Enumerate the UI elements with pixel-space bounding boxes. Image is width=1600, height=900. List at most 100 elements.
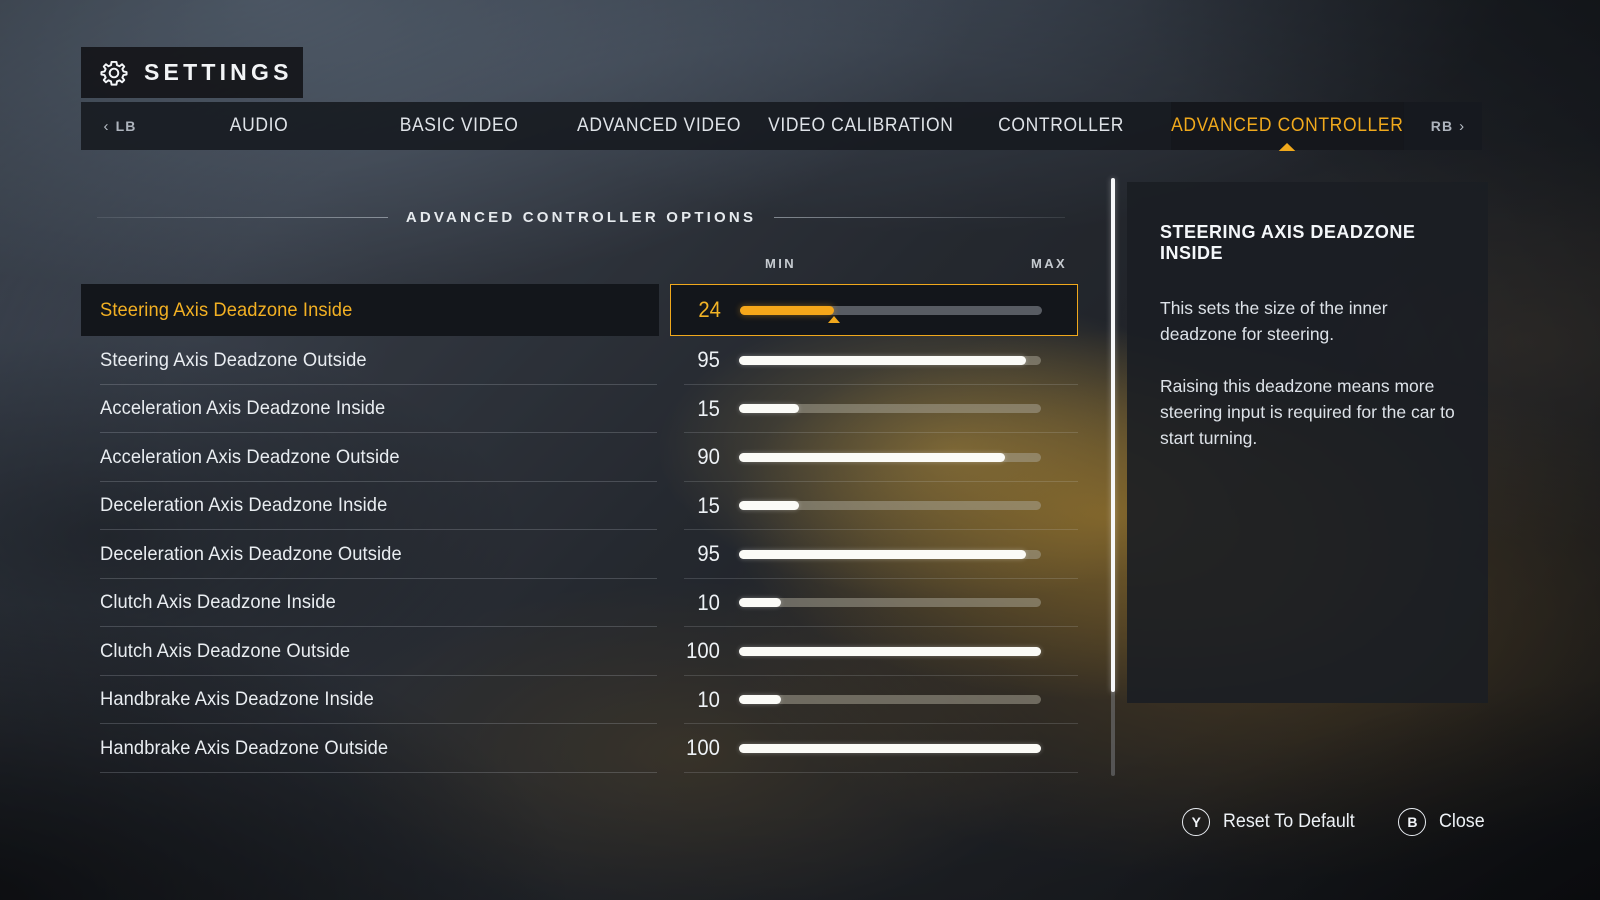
max-label: MAX — [1031, 256, 1068, 271]
setting-slider[interactable] — [739, 355, 1041, 365]
left-bumper-hint[interactable]: ‹ LB — [81, 102, 159, 150]
tab-controller[interactable]: CONTROLLER — [969, 102, 1153, 150]
tab-label: ADVANCED VIDEO — [577, 115, 742, 136]
tab-label: VIDEO CALIBRATION — [767, 115, 954, 136]
setting-value-cell[interactable]: 95 — [659, 336, 1078, 385]
setting-name-cell: Deceleration Axis Deadzone Outside — [81, 530, 659, 579]
info-panel-title: STEERING AXIS DEADZONE INSIDE — [1160, 222, 1416, 263]
slider-fill — [740, 305, 834, 315]
gear-icon — [100, 60, 128, 86]
tab-video-calibration[interactable]: VIDEO CALIBRATION — [768, 102, 953, 150]
action-label: Close — [1439, 811, 1486, 832]
section-rule-right — [774, 216, 1066, 218]
action-close[interactable]: B Close — [1398, 808, 1488, 836]
setting-value-cell[interactable]: 100 — [659, 627, 1078, 676]
setting-row-clutch-axis-deadzone-outside[interactable]: Clutch Axis Deadzone Outside 100 — [81, 627, 1078, 676]
setting-value-cell[interactable]: 24 — [670, 284, 1078, 336]
setting-label: Handbrake Axis Deadzone Inside — [100, 688, 374, 711]
setting-slider[interactable] — [739, 549, 1041, 559]
info-paragraph: This sets the size of the inner deadzone… — [1160, 298, 1388, 344]
setting-row-clutch-axis-deadzone-inside[interactable]: Clutch Axis Deadzone Inside 10 — [81, 579, 1078, 628]
setting-row-deceleration-axis-deadzone-outside[interactable]: Deceleration Axis Deadzone Outside 95 — [81, 530, 1078, 579]
setting-value-cell[interactable]: 95 — [659, 530, 1078, 579]
page-title: SETTINGS — [144, 59, 293, 85]
setting-name-cell: Acceleration Axis Deadzone Outside — [81, 433, 659, 482]
setting-slider[interactable] — [739, 501, 1041, 511]
setting-value-cell[interactable]: 15 — [659, 482, 1078, 531]
setting-row-acceleration-axis-deadzone-outside[interactable]: Acceleration Axis Deadzone Outside 90 — [81, 433, 1078, 482]
info-panel-body: This sets the size of the inner deadzone… — [1160, 295, 1455, 451]
setting-value: 24 — [698, 297, 721, 322]
setting-label: Deceleration Axis Deadzone Outside — [100, 542, 402, 565]
slider-fill — [739, 501, 800, 511]
settings-tabbar[interactable]: ‹ LB AUDIO BASIC VIDEO ADVANCED VIDEO VIDEO… — [81, 102, 1482, 151]
row-divider-right — [684, 771, 1078, 773]
section-header: ADVANCED CONTROLLER OPTIONS — [97, 206, 1066, 228]
tab-list[interactable]: AUDIO BASIC VIDEO ADVANCED VIDEO VIDEO CALI… — [159, 102, 1414, 151]
setting-value: 10 — [697, 686, 720, 712]
info-panel: STEERING AXIS DEADZONE INSIDE This sets … — [1127, 182, 1488, 703]
slider-fill — [739, 598, 782, 608]
settings-title-chip: SETTINGS — [81, 47, 303, 98]
setting-value: 15 — [697, 395, 720, 421]
setting-name-cell: Steering Axis Deadzone Inside — [81, 284, 659, 336]
slider-fill — [739, 355, 1026, 365]
setting-value: 95 — [697, 541, 720, 567]
slider-thumb-marker[interactable] — [827, 315, 840, 323]
info-paragraph: Raising this deadzone means more steerin… — [1160, 376, 1455, 448]
slider-fill — [739, 452, 1005, 462]
setting-label: Acceleration Axis Deadzone Outside — [100, 445, 400, 468]
setting-name-cell: Steering Axis Deadzone Outside — [81, 336, 659, 385]
settings-list[interactable]: Steering Axis Deadzone Inside 24 Steering … — [81, 284, 1078, 773]
setting-value-cell[interactable]: 10 — [659, 676, 1078, 725]
action-label: Reset To Default — [1223, 811, 1356, 832]
action-reset-to-default[interactable]: Y Reset To Default — [1182, 808, 1363, 836]
tab-basic-video[interactable]: BASIC VIDEO — [367, 102, 551, 150]
right-bumper-hint[interactable]: RB › — [1414, 102, 1482, 150]
setting-row-acceleration-axis-deadzone-inside[interactable]: Acceleration Axis Deadzone Inside 15 — [81, 385, 1078, 434]
setting-value-cell[interactable]: 90 — [659, 433, 1078, 482]
setting-row-steering-axis-deadzone-outside[interactable]: Steering Axis Deadzone Outside 95 — [81, 336, 1078, 385]
setting-slider[interactable] — [739, 404, 1041, 414]
setting-label: Clutch Axis Deadzone Outside — [100, 639, 351, 662]
setting-row-handbrake-axis-deadzone-outside[interactable]: Handbrake Axis Deadzone Outside 100 — [81, 724, 1078, 773]
setting-slider[interactable] — [739, 452, 1041, 462]
slider-fill — [739, 646, 1041, 656]
active-tab-caret-icon — [1279, 143, 1296, 151]
setting-row-steering-axis-deadzone-inside[interactable]: Steering Axis Deadzone Inside 24 — [81, 284, 1078, 336]
tab-advanced-controller[interactable]: ADVANCED CONTROLLER — [1171, 102, 1404, 151]
setting-slider[interactable] — [739, 743, 1041, 753]
section-rule-left — [97, 216, 388, 218]
setting-slider[interactable] — [739, 695, 1041, 705]
slider-fill — [739, 404, 800, 414]
scrollbar-thumb[interactable] — [1111, 178, 1115, 693]
setting-value-cell[interactable]: 15 — [659, 385, 1078, 434]
slider-fill — [739, 549, 1026, 559]
setting-value: 95 — [697, 347, 720, 373]
setting-value: 100 — [686, 638, 720, 664]
footer-actions[interactable]: Y Reset To Default B Close — [1182, 808, 1488, 836]
tab-advanced-video[interactable]: ADVANCED VIDEO — [567, 102, 751, 150]
setting-label: Clutch Axis Deadzone Inside — [100, 591, 336, 614]
left-bumper-label: LB — [115, 118, 137, 134]
gamepad-button-b-icon: B — [1398, 808, 1427, 836]
setting-value: 10 — [697, 589, 720, 615]
min-label: MIN — [765, 256, 797, 271]
setting-row-handbrake-axis-deadzone-inside[interactable]: Handbrake Axis Deadzone Inside 10 — [81, 676, 1078, 725]
setting-slider[interactable] — [739, 646, 1041, 656]
setting-label: Handbrake Axis Deadzone Outside — [100, 736, 389, 759]
setting-value: 15 — [697, 492, 720, 518]
setting-value: 90 — [697, 444, 720, 470]
setting-name-cell: Clutch Axis Deadzone Inside — [81, 579, 659, 628]
setting-value-cell[interactable]: 100 — [659, 724, 1078, 773]
settings-list-scrollbar[interactable] — [1111, 178, 1115, 776]
setting-value: 100 — [686, 735, 720, 761]
setting-row-deceleration-axis-deadzone-inside[interactable]: Deceleration Axis Deadzone Inside 15 — [81, 482, 1078, 531]
tab-audio[interactable]: AUDIO — [167, 102, 351, 150]
setting-value-cell[interactable]: 10 — [659, 579, 1078, 628]
setting-name-cell: Handbrake Axis Deadzone Inside — [81, 676, 659, 725]
setting-label: Acceleration Axis Deadzone Inside — [100, 397, 386, 420]
setting-slider[interactable] — [740, 305, 1042, 323]
setting-slider[interactable] — [739, 598, 1041, 608]
slider-fill — [739, 695, 782, 705]
